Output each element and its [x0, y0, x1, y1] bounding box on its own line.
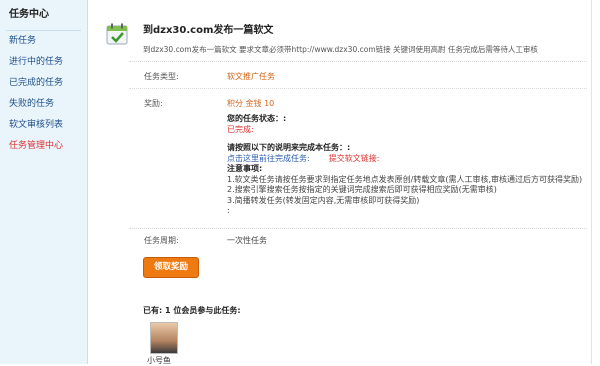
note-item: : [227, 206, 230, 215]
task-type-label: 任务类型: [144, 72, 179, 81]
sidebar-item-new-tasks[interactable]: 新任务 [0, 31, 87, 52]
reward-row: 奖励: 积分 金钱 10 [129, 88, 587, 115]
claim-reward-button[interactable]: 领取奖励 [143, 257, 199, 278]
divider [591, 0, 592, 364]
participants-count: 已有: 1 位会员参与此任务: [143, 306, 241, 315]
task-detail-panel: 到dzx30.com发布一篇软文 到dzx30.com发布一篇软文 要求文章必须… [87, 0, 600, 366]
notes-heading: 注意事项: [227, 164, 263, 173]
avatar[interactable] [150, 322, 178, 354]
reward-label: 奖励: [144, 99, 163, 108]
note-item: 2.搜索引擎搜索任务按指定的关键词完成搜索后即可获得相应奖励(无需审核) [227, 185, 497, 194]
note-item: 3.简播转发任务(转发固定内容,无需审核即可获得奖励) [227, 195, 420, 205]
period-label: 任务周期: [144, 236, 179, 245]
instructions-heading: 请按照以下的说明来完成本任务：: [227, 143, 351, 152]
task-title: 到dzx30.com发布一篇软文 [143, 25, 274, 36]
sidebar-item-failed[interactable]: 失败的任务 [0, 94, 87, 115]
sidebar-item-completed[interactable]: 已完成的任务 [0, 73, 87, 94]
task-type-row: 任务类型: 软文推广任务 [129, 61, 587, 88]
sidebar-item-task-management[interactable]: 任务管理中心 [0, 136, 87, 157]
task-status-block: 您的任务状态：: 已完成: 请按照以下的说明来完成本任务：: 点击这里前往完成任… [227, 114, 587, 217]
sidebar-item-article-review[interactable]: 软文审核列表 [0, 115, 87, 136]
status-heading: 您的任务状态：: [227, 114, 287, 123]
participant-name[interactable]: 小号鱼 [147, 355, 171, 366]
sidebar: 任务中心 新任务 进行中的任务 已完成的任务 失败的任务 软文审核列表 任务管理… [0, 0, 88, 364]
submit-article-link[interactable]: 提交软文链接: [329, 154, 380, 163]
task-description: 到dzx30.com发布一篇软文 要求文章必须带http://www.dzx30… [143, 45, 538, 54]
period-value: 一次性任务 [227, 236, 267, 245]
sidebar-item-in-progress[interactable]: 进行中的任务 [0, 52, 87, 73]
note-item: 1.软文类任务请按任务要求到指定任务地点发表原创/转载文章(需人工审核,审核通过… [227, 174, 583, 184]
sidebar-title: 任务中心 [9, 9, 49, 20]
go-to-task-link[interactable]: 点击这里前往完成任务: [227, 154, 310, 163]
task-period-row: 任务周期: 一次性任务 [129, 228, 587, 251]
reward-value: 积分 金钱 10 [227, 99, 275, 108]
task-checkmark-icon [106, 23, 128, 45]
task-type-value: 软文推广任务 [227, 72, 275, 81]
status-value: 已完成: [227, 124, 254, 134]
